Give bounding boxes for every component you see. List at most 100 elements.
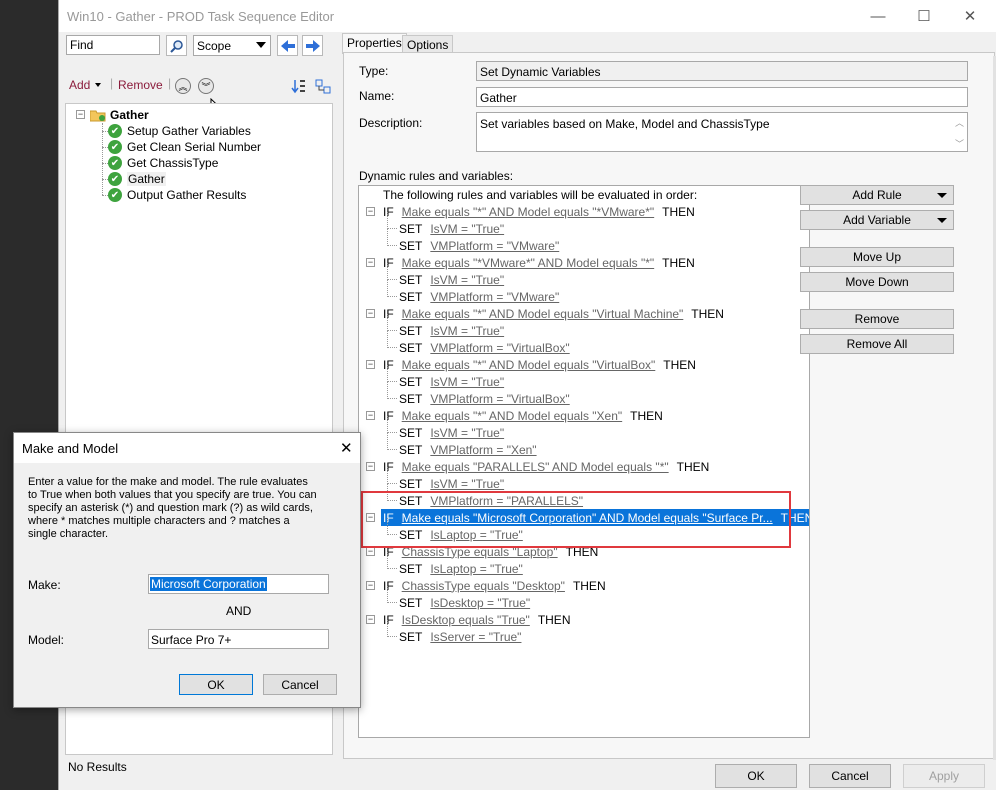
rule-collapse-toggle[interactable]: − — [366, 411, 375, 420]
rule-condition-link[interactable]: Make equals "*" AND Model equals "Virtua… — [402, 358, 656, 372]
rule-variable-link[interactable]: IsVM = "True" — [430, 324, 504, 338]
rule-condition-link[interactable]: Make equals "*VMware*" AND Model equals … — [402, 256, 655, 270]
rule-variable-link[interactable]: IsVM = "True" — [430, 222, 504, 236]
rule-set-line[interactable]: SET VMPlatform = "VirtualBox" — [397, 339, 582, 356]
add-rule-button[interactable]: Add Rule — [800, 185, 954, 205]
rule-if-line[interactable]: IF Make equals "PARALLELS" AND Model equa… — [381, 458, 713, 475]
rule-collapse-toggle[interactable]: − — [366, 258, 375, 267]
rule-set-line[interactable]: SET IsServer = "True" — [397, 628, 533, 645]
rule-set-line[interactable]: SET IsVM = "True" — [397, 475, 516, 492]
move-up-button[interactable]: ︽ — [175, 78, 191, 94]
rule-set-line[interactable]: SET IsDesktop = "True" — [397, 594, 542, 611]
rule-if-line[interactable]: IF Make equals "*" AND Model equals "Virt… — [381, 356, 700, 373]
rule-set-line[interactable]: SET IsVM = "True" — [397, 271, 516, 288]
dialog-close-icon[interactable]: ✕ — [340, 439, 353, 457]
rule-if-line[interactable]: IF IsDesktop equals "True" THEN — [381, 611, 574, 628]
rule-condition-link[interactable]: ChassisType equals "Desktop" — [402, 579, 565, 593]
ok-button[interactable]: OK — [715, 764, 797, 788]
dialog-cancel-button[interactable]: Cancel — [263, 674, 337, 695]
rule-if-line[interactable]: IF Make equals "*" AND Model equals "*VMw… — [381, 203, 699, 220]
rule-set-line[interactable]: SET VMPlatform = "Xen" — [397, 441, 549, 458]
rule-if-line[interactable]: IF Make equals "*" AND Model equals "Virt… — [381, 305, 728, 322]
tab-properties[interactable]: Properties — [342, 33, 407, 54]
tree-item[interactable]: ✔ Get ChassisType — [102, 155, 218, 171]
tree-item[interactable]: ✔ Setup Gather Variables — [102, 123, 251, 139]
tree-item[interactable]: ✔ Output Gather Results — [102, 187, 246, 203]
rule-variable-link[interactable]: VMPlatform = "VMware" — [430, 239, 559, 253]
rule-set-line[interactable]: SET VMPlatform = "VMware" — [397, 288, 571, 305]
rule-collapse-toggle[interactable]: − — [366, 309, 375, 318]
add-variable-button[interactable]: Add Variable — [800, 210, 954, 230]
scroll-up-icon[interactable]: ︿ — [955, 116, 964, 129]
expand-collapse-button[interactable] — [314, 77, 332, 95]
chevron-down-icon — [256, 42, 266, 48]
find-input[interactable]: Find — [66, 35, 160, 55]
rule-variable-link[interactable]: VMPlatform = "VirtualBox" — [430, 392, 569, 406]
remove-all-button[interactable]: Remove All — [800, 334, 954, 354]
rule-set-line[interactable]: SET IsVM = "True" — [397, 220, 516, 237]
rule-collapse-toggle[interactable]: − — [366, 360, 375, 369]
rule-collapse-toggle[interactable]: − — [366, 615, 375, 624]
rule-condition-link[interactable]: Make equals "*" AND Model equals "Virtua… — [402, 307, 684, 321]
rule-variable-link[interactable]: IsLaptop = "True" — [430, 562, 522, 576]
rule-if-line[interactable]: IF Make equals "*" AND Model equals "Xen"… — [381, 407, 667, 424]
rule-variable-link[interactable]: VMPlatform = "VMware" — [430, 290, 559, 304]
rule-set-line[interactable]: SET IsVM = "True" — [397, 424, 516, 441]
remove-button[interactable]: Remove — [118, 78, 163, 92]
rule-collapse-toggle[interactable]: − — [366, 462, 375, 471]
sort-button[interactable] — [290, 77, 308, 95]
tree-collapse-toggle[interactable]: − — [76, 110, 85, 119]
minimize-button[interactable]: — — [855, 0, 901, 32]
double-chevron-down-icon: ︾ — [201, 81, 211, 92]
model-input[interactable]: Surface Pro 7+ — [148, 629, 329, 649]
cancel-button[interactable]: Cancel — [809, 764, 891, 788]
make-input[interactable]: Microsoft Corporation — [148, 574, 329, 594]
tree-group-gather[interactable]: Gather — [90, 107, 149, 123]
tree-item[interactable]: ✔ Gather — [102, 171, 166, 187]
rule-collapse-toggle[interactable]: − — [366, 547, 375, 556]
close-button[interactable]: ✕ — [947, 0, 993, 32]
rule-condition-link[interactable]: Make equals "*" AND Model equals "*VMwar… — [402, 205, 655, 219]
scroll-down-icon[interactable]: ﹀ — [955, 137, 964, 150]
tree-item[interactable]: ✔ Get Clean Serial Number — [102, 139, 261, 155]
search-button[interactable] — [166, 35, 187, 56]
rule-variable-link[interactable]: IsVM = "True" — [430, 426, 504, 440]
rule-variable-link[interactable]: VMPlatform = "Xen" — [430, 443, 536, 457]
rule-if-line[interactable]: IF ChassisType equals "Desktop" THEN — [381, 577, 610, 594]
rule-condition-link[interactable]: IsDesktop equals "True" — [402, 613, 530, 627]
success-check-icon: ✔ — [108, 188, 122, 202]
rule-set-line[interactable]: SET IsLaptop = "True" — [397, 560, 535, 577]
rule-condition-link[interactable]: Make equals "PARALLELS" AND Model equals… — [402, 460, 669, 474]
add-dropdown-button[interactable]: Add — [69, 78, 102, 92]
remove-rule-button[interactable]: Remove — [800, 309, 954, 329]
description-textarea[interactable]: Set variables based on Make, Model and C… — [476, 112, 968, 152]
double-chevron-up-icon: ︽ — [178, 81, 188, 92]
rule-if-line[interactable]: IF Make equals "*VMware*" AND Model equal… — [381, 254, 699, 271]
rule-collapse-toggle[interactable]: − — [366, 207, 375, 216]
arrow-right-icon — [305, 39, 320, 52]
rule-collapse-toggle[interactable]: − — [366, 581, 375, 590]
rule-variable-link[interactable]: IsVM = "True" — [430, 375, 504, 389]
scope-dropdown[interactable]: Scope — [193, 35, 271, 56]
apply-button[interactable]: Apply — [903, 764, 985, 788]
dialog-ok-button[interactable]: OK — [179, 674, 253, 695]
rule-condition-link[interactable]: Make equals "*" AND Model equals "Xen" — [402, 409, 623, 423]
rule-variable-link[interactable]: VMPlatform = "VirtualBox" — [430, 341, 569, 355]
maximize-button[interactable]: ☐ — [901, 0, 947, 32]
move-up-rule-button[interactable]: Move Up — [800, 247, 954, 267]
move-down-rule-button[interactable]: Move Down — [800, 272, 954, 292]
move-down-button[interactable]: ︾ — [198, 78, 214, 94]
title-bar: Win10 - Gather - PROD Task Sequence Edit… — [59, 0, 996, 32]
rule-variable-link[interactable]: IsServer = "True" — [430, 630, 521, 644]
rule-variable-link[interactable]: IsVM = "True" — [430, 273, 504, 287]
rule-variable-link[interactable]: IsDesktop = "True" — [430, 596, 530, 610]
rule-set-line[interactable]: SET VMPlatform = "VirtualBox" — [397, 390, 582, 407]
rule-set-line[interactable]: SET VMPlatform = "VMware" — [397, 237, 571, 254]
next-button[interactable] — [302, 35, 323, 56]
previous-button[interactable] — [277, 35, 298, 56]
rule-variable-link[interactable]: IsVM = "True" — [430, 477, 504, 491]
rule-set-line[interactable]: SET IsVM = "True" — [397, 373, 516, 390]
rules-list[interactable]: The following rules and variables will b… — [358, 185, 810, 738]
rule-set-line[interactable]: SET IsVM = "True" — [397, 322, 516, 339]
name-input[interactable]: Gather — [476, 87, 968, 107]
